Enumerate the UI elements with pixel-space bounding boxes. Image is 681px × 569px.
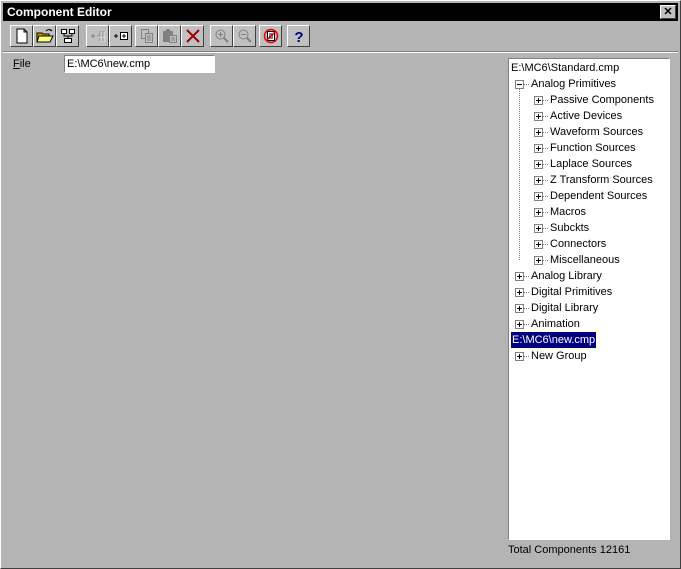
help-icon: ? [294,29,303,44]
expand-icon[interactable] [515,304,524,313]
tree-subitem[interactable]: Z Transform Sources [550,172,653,188]
zoom-out-icon [238,29,252,43]
component-editor-window: Component Editor ✕ ? File E:\MC6\new.cmp… [0,0,681,569]
new-document-icon [16,28,27,44]
zoom-in-icon [215,29,229,43]
tree-item[interactable]: Analog Primitives [531,76,616,92]
tree-connector-line [543,116,548,118]
tree-root-selected[interactable]: E:\MC6\new.cmp [509,331,598,349]
no-list-icon [263,28,278,44]
file-label: File [13,58,31,70]
add-part-button[interactable] [86,25,109,47]
tree-connector-line [543,180,548,182]
tree-item[interactable]: Digital Primitives [531,284,612,300]
new-file-button[interactable] [10,25,33,47]
tree-connector-line [543,196,548,198]
tree-subitem[interactable]: Subckts [550,220,589,236]
tree-subitem[interactable]: Waveform Sources [550,124,643,140]
title-bar: Component Editor ✕ [3,3,678,21]
open-file-button[interactable] [33,25,56,47]
tree-item[interactable]: Animation [531,316,580,332]
tree-connector-line [524,276,529,278]
tree-item[interactable]: New Group [531,348,587,364]
component-tree[interactable]: E:\MC6\Standard.cmp Analog Primitives Pass… [508,58,670,540]
delete-icon [185,29,200,43]
total-components: Total Components 12161 [508,544,631,556]
tree-subitem[interactable]: Active Devices [550,108,622,124]
copy-icon [140,29,153,43]
tree-connector-line [519,89,521,260]
expand-icon[interactable] [515,320,524,329]
tree-connector-line [524,84,529,86]
window-title: Component Editor [7,5,112,19]
zoom-out-button[interactable] [233,25,256,47]
tree-connector-line [524,308,529,310]
tree-subitem[interactable]: Miscellaneous [550,252,620,268]
tree-connector-line [543,212,548,214]
paste-icon [162,29,177,43]
tree-connector-line [543,100,548,102]
expand-icon[interactable] [534,128,543,137]
tree-subitem[interactable]: Passive Components [550,92,654,108]
tree-subitem[interactable]: Macros [550,204,586,220]
help-button[interactable]: ? [287,25,310,47]
tree-connector-line [543,228,548,230]
expand-icon[interactable] [534,96,543,105]
open-folder-icon [35,29,54,43]
add-group-icon [113,32,128,40]
add-part-icon [90,31,106,42]
tree-connector-line [543,148,548,150]
tree-connector-line [524,292,529,294]
close-icon: ✕ [663,6,673,18]
expand-icon[interactable] [534,224,543,233]
expand-icon[interactable] [534,192,543,201]
no-list-button[interactable] [259,25,282,47]
tree-item[interactable]: Analog Library [531,268,602,284]
expand-icon[interactable] [534,176,543,185]
file-path-input[interactable] [64,55,215,73]
tree-subitem[interactable]: Connectors [550,236,606,252]
tree-subitem[interactable]: Dependent Sources [550,188,647,204]
expand-icon[interactable] [534,160,543,169]
tree-connector-line [543,132,548,134]
toolbar-separator [3,51,678,53]
expand-icon[interactable] [515,288,524,297]
expand-icon[interactable] [515,352,524,361]
close-button[interactable]: ✕ [660,5,676,19]
tree-connector-line [543,244,548,246]
tree-item[interactable]: Digital Library [531,300,598,316]
expand-icon[interactable] [534,112,543,121]
expand-icon[interactable] [534,208,543,217]
expand-icon[interactable] [534,240,543,249]
delete-button[interactable] [181,25,204,47]
expand-icon[interactable] [534,144,543,153]
expand-icon[interactable] [534,256,543,265]
collapse-icon[interactable] [515,80,524,89]
hierarchy-button[interactable] [56,25,79,47]
toolbar: ? [3,22,678,50]
tree-root[interactable]: E:\MC6\Standard.cmp [511,60,619,76]
zoom-in-button[interactable] [210,25,233,47]
svg-text:?: ? [294,29,303,44]
tree-connector-line [524,324,529,326]
tree-connector-line [543,164,548,166]
tree-subitem[interactable]: Laplace Sources [550,156,632,172]
tree-subitem[interactable]: Function Sources [550,140,636,156]
expand-icon[interactable] [515,272,524,281]
add-group-button[interactable] [109,25,132,47]
copy-button[interactable] [135,25,158,47]
tree-connector-line [524,356,529,358]
tree-connector-line [543,260,548,262]
paste-button[interactable] [158,25,181,47]
hierarchy-icon [60,29,75,43]
